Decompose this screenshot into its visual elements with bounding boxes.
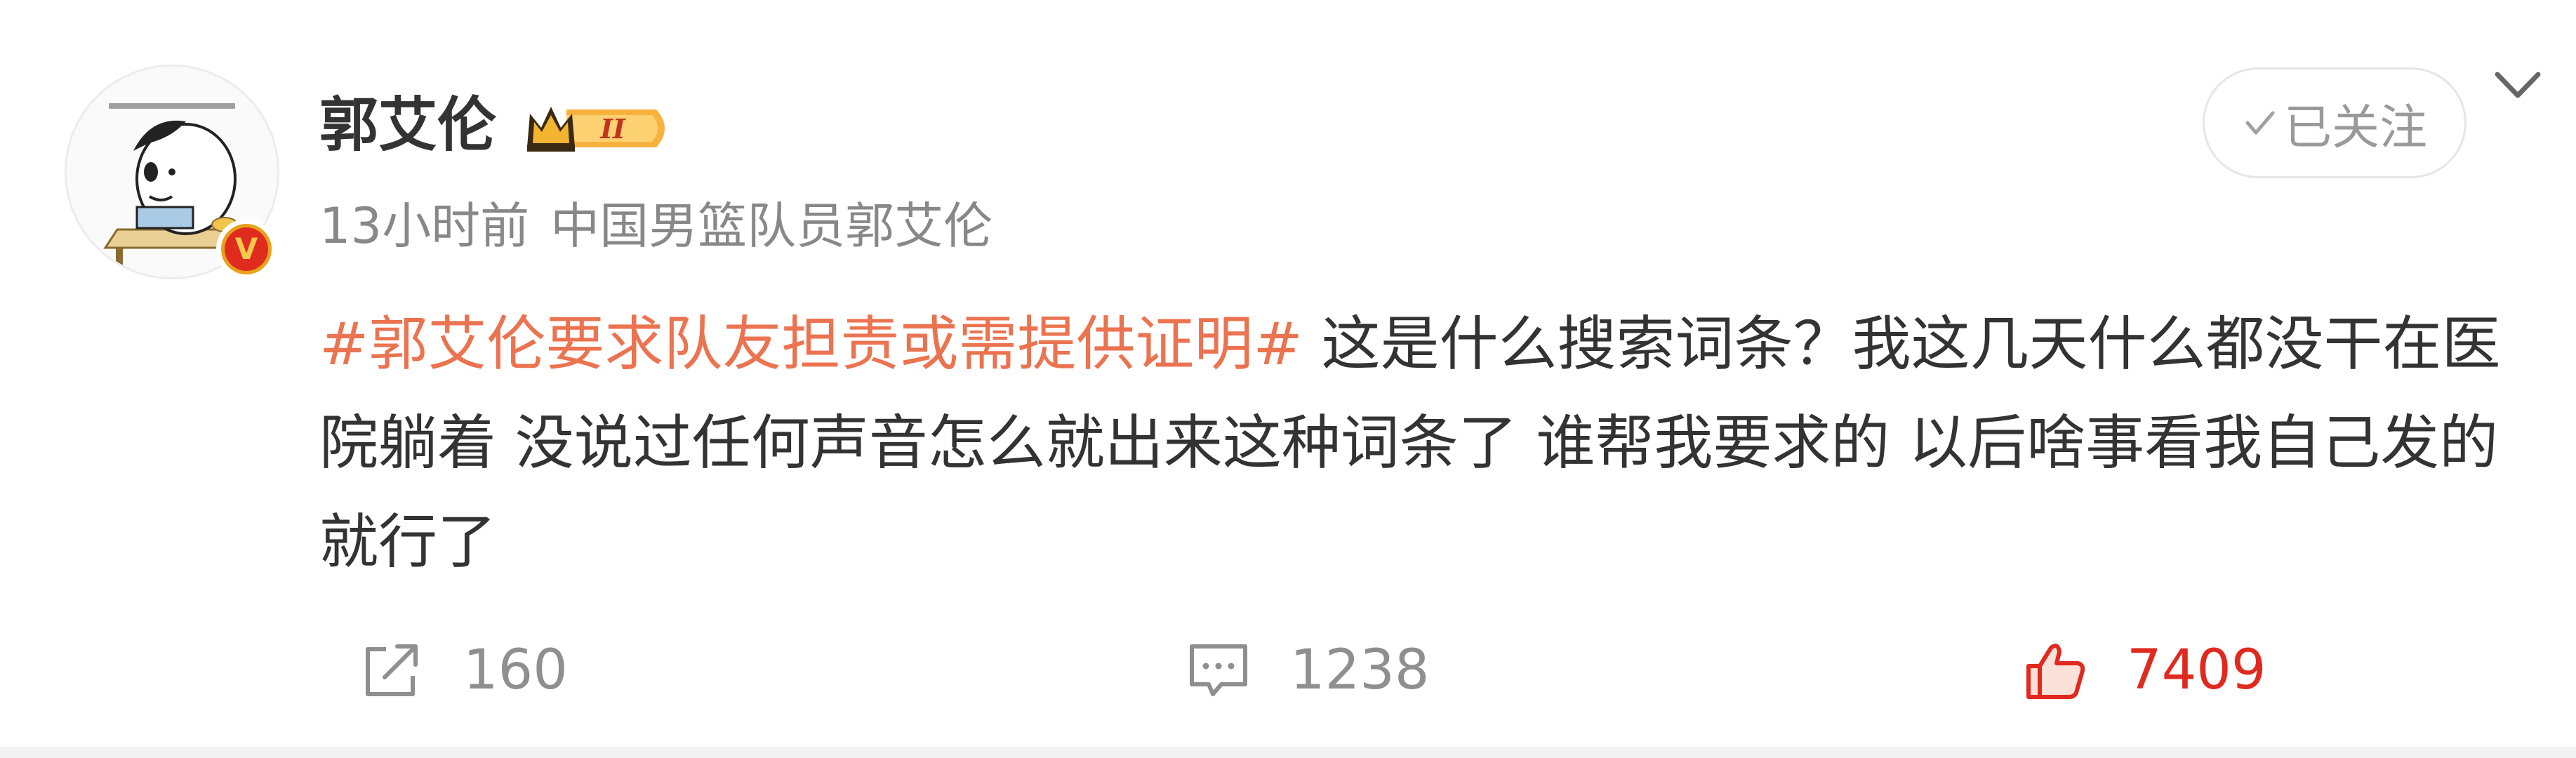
thumbs-up-icon xyxy=(2026,644,2085,699)
follow-button-label: 已关注 xyxy=(2283,100,2427,156)
repost-button[interactable]: 160 xyxy=(358,625,568,716)
verified-badge-letter: V xyxy=(225,227,268,271)
vip-level-text: II xyxy=(599,113,626,145)
comment-icon xyxy=(1190,644,1247,696)
bottom-divider xyxy=(0,747,2576,758)
check-icon xyxy=(2245,111,2275,135)
comment-button[interactable]: 1238 xyxy=(1185,625,1430,716)
like-button[interactable]: 7409 xyxy=(2021,625,2266,716)
follow-button[interactable]: 已关注 xyxy=(2203,67,2467,178)
repost-count: 160 xyxy=(463,639,568,702)
chevron-down-icon[interactable] xyxy=(2490,65,2545,107)
post-meta: 13小时前 中国男篮队员郭艾伦 xyxy=(319,191,992,261)
author-description: 中国男篮队员郭艾伦 xyxy=(550,197,993,255)
like-count: 7409 xyxy=(2127,639,2266,702)
author-name[interactable]: 郭艾伦 xyxy=(319,83,496,167)
verified-badge-icon: V xyxy=(216,219,277,279)
action-bar: 160 1238 7409 xyxy=(0,625,2576,716)
weibo-post-card: V 郭艾伦 II 已关注 13小时前 中国男篮队员郭艾伦 #郭艾伦要求队友担责或需… xyxy=(0,0,2576,758)
vip-crown-badge-icon: II xyxy=(527,107,665,152)
repost-icon xyxy=(366,644,418,696)
post-time[interactable]: 13小时前 xyxy=(319,197,529,255)
hashtag-link[interactable]: #郭艾伦要求队友担责或需提供证明# xyxy=(319,310,1303,378)
comment-count: 1238 xyxy=(1290,639,1430,702)
post-content: #郭艾伦要求队友担责或需提供证明# 这是什么搜索词条？我这几天什么都没干在医院躺… xyxy=(319,295,2551,592)
